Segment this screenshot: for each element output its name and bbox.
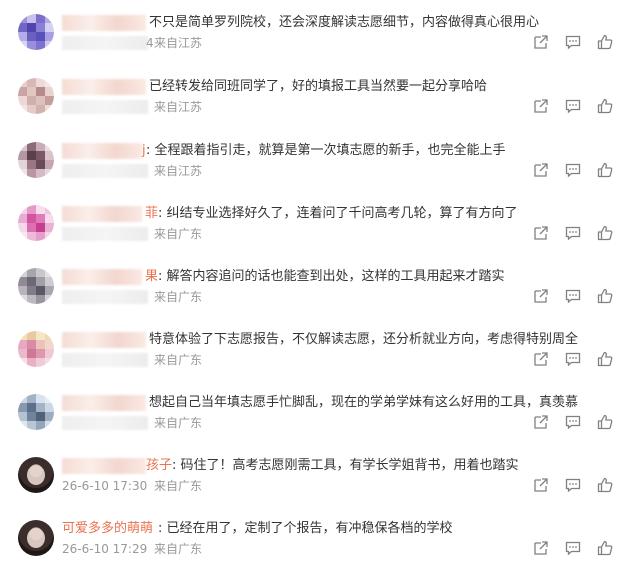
- comment-icon[interactable]: [565, 162, 581, 178]
- comment-text: : 纠结专业选择好久了，连着问了千问高考几轮，算了有方向了: [158, 206, 518, 221]
- username-blurred[interactable]: [62, 395, 146, 411]
- username-blurred[interactable]: [62, 206, 142, 222]
- avatar[interactable]: [18, 14, 54, 50]
- username[interactable]: 可爱多多的萌萌: [62, 520, 153, 538]
- comment-text: : 已经在用了，定制了个报告，有冲稳保各档的学校: [158, 521, 453, 536]
- source-location: 来自广东: [154, 542, 203, 556]
- share-icon[interactable]: [533, 225, 549, 241]
- comment-text: 不只是简单罗列院校，还会深度解读志愿细节，内容做得真心很用心: [149, 15, 540, 30]
- comment-icon[interactable]: [565, 414, 581, 430]
- timestamp-blurred: [62, 290, 148, 304]
- comment-text: 特意体验了下志愿报告，不仅解读志愿，还分析就业方向，考虑得特别周全: [149, 332, 579, 347]
- comment-item: 特意体验了下志愿报告，不仅解读志愿，还分析就业方向，考虑得特别周全 来自广东: [0, 331, 629, 394]
- avatar[interactable]: [18, 78, 54, 114]
- comment-icon[interactable]: [565, 225, 581, 241]
- like-icon[interactable]: [597, 540, 613, 556]
- source-location: 来自江苏: [154, 100, 203, 114]
- source-location: 来自广东: [154, 479, 203, 493]
- avatar[interactable]: [18, 457, 54, 493]
- username-suffix[interactable]: 果: [145, 268, 158, 286]
- avatar[interactable]: [18, 142, 54, 178]
- comment-text: : 全程跟着指引走，就算是第一次填志愿的新手，也完全能上手: [146, 143, 506, 158]
- comment-text: 已经转发给同班同学了，好的填报工具当然要一起分享哈哈: [149, 79, 488, 94]
- share-icon[interactable]: [533, 162, 549, 178]
- share-icon[interactable]: [533, 477, 549, 493]
- username-blurred[interactable]: [62, 269, 142, 285]
- share-icon[interactable]: [533, 414, 549, 430]
- comment-item: 菲 : 纠结专业选择好久了，连着问了千问高考几轮，算了有方向了 来自广东: [0, 205, 629, 268]
- comment-actions: [533, 351, 617, 367]
- comment-actions: [533, 34, 617, 50]
- comment-text: 想起自己当年填志愿手忙脚乱，现在的学弟学妹有这么好用的工具，真羡慕: [149, 395, 579, 410]
- comment-icon[interactable]: [565, 351, 581, 367]
- comment-item: 已经转发给同班同学了，好的填报工具当然要一起分享哈哈 来自江苏: [0, 78, 629, 141]
- username-blurred[interactable]: [62, 79, 146, 95]
- comment-item: 孩子 : 码住了！高考志愿刚需工具，有学长学姐背书，用着也踏实 26-6-10 …: [0, 457, 629, 520]
- source-location: 来自江苏: [154, 164, 203, 178]
- timestamp-blurred: [62, 353, 148, 367]
- comment-item: 想起自己当年填志愿手忙脚乱，现在的学弟学妹有这么好用的工具，真羡慕 来自广东: [0, 394, 629, 457]
- like-icon[interactable]: [597, 98, 613, 114]
- username-blurred[interactable]: [62, 143, 142, 159]
- comment-item: j : 全程跟着指引走，就算是第一次填志愿的新手，也完全能上手 来自江苏: [0, 142, 629, 205]
- username-blurred[interactable]: [62, 15, 146, 31]
- share-icon[interactable]: [533, 34, 549, 50]
- source-location: 来自江苏: [154, 36, 203, 50]
- comment-icon[interactable]: [565, 98, 581, 114]
- username-blurred[interactable]: [62, 458, 146, 474]
- comment-item: 不只是简单罗列院校，还会深度解读志愿细节，内容做得真心很用心 4 来自江苏: [0, 14, 629, 77]
- like-icon[interactable]: [597, 351, 613, 367]
- like-icon[interactable]: [597, 225, 613, 241]
- comment-feed: 不只是简单罗列院校，还会深度解读志愿细节，内容做得真心很用心 4 来自江苏 已经…: [0, 0, 629, 562]
- comment-actions: [533, 477, 617, 493]
- comment-actions: [533, 225, 617, 241]
- avatar[interactable]: [18, 394, 54, 430]
- source-location: 来自广东: [154, 416, 203, 430]
- comment-actions: [533, 288, 617, 304]
- like-icon[interactable]: [597, 288, 613, 304]
- source-location: 来自广东: [154, 290, 203, 304]
- timestamp: 26-6-10 17:29: [62, 542, 148, 556]
- comment-actions: [533, 414, 617, 430]
- comment-actions: [533, 98, 617, 114]
- comment-icon[interactable]: [565, 34, 581, 50]
- comment-icon[interactable]: [565, 540, 581, 556]
- like-icon[interactable]: [597, 34, 613, 50]
- username-suffix[interactable]: 孩子: [146, 457, 172, 475]
- timestamp-blurred: [62, 100, 148, 114]
- source-location: 来自广东: [154, 353, 203, 367]
- timestamp: 26-6-10 17:30: [62, 479, 148, 493]
- avatar[interactable]: [18, 268, 54, 304]
- username-suffix[interactable]: 菲: [145, 205, 158, 223]
- like-icon[interactable]: [597, 477, 613, 493]
- share-icon[interactable]: [533, 98, 549, 114]
- comment-icon[interactable]: [565, 288, 581, 304]
- timestamp-blurred: [62, 164, 148, 178]
- avatar[interactable]: [18, 205, 54, 241]
- source-location: 来自广东: [154, 227, 203, 241]
- comment-text: : 解答内容追问的话也能查到出处，这样的工具用起来才踏实: [158, 269, 505, 284]
- comment-icon[interactable]: [565, 477, 581, 493]
- timestamp: 4: [146, 36, 154, 50]
- avatar[interactable]: [18, 331, 54, 367]
- comment-item: 可爱多多的萌萌 : 已经在用了，定制了个报告，有冲稳保各档的学校 26-6-10…: [0, 520, 629, 562]
- timestamp-blurred: [62, 227, 148, 241]
- like-icon[interactable]: [597, 162, 613, 178]
- comment-actions: [533, 540, 617, 556]
- username-blurred[interactable]: [62, 332, 146, 348]
- comment-text: : 码住了！高考志愿刚需工具，有学长学姐背书，用着也踏实: [172, 458, 519, 473]
- share-icon[interactable]: [533, 351, 549, 367]
- timestamp-blurred: [62, 416, 148, 430]
- share-icon[interactable]: [533, 540, 549, 556]
- comment-actions: [533, 162, 617, 178]
- avatar[interactable]: [18, 520, 54, 556]
- share-icon[interactable]: [533, 288, 549, 304]
- like-icon[interactable]: [597, 414, 613, 430]
- comment-item: 果 : 解答内容追问的话也能查到出处，这样的工具用起来才踏实 来自广东: [0, 268, 629, 331]
- timestamp-blurred: [62, 36, 148, 50]
